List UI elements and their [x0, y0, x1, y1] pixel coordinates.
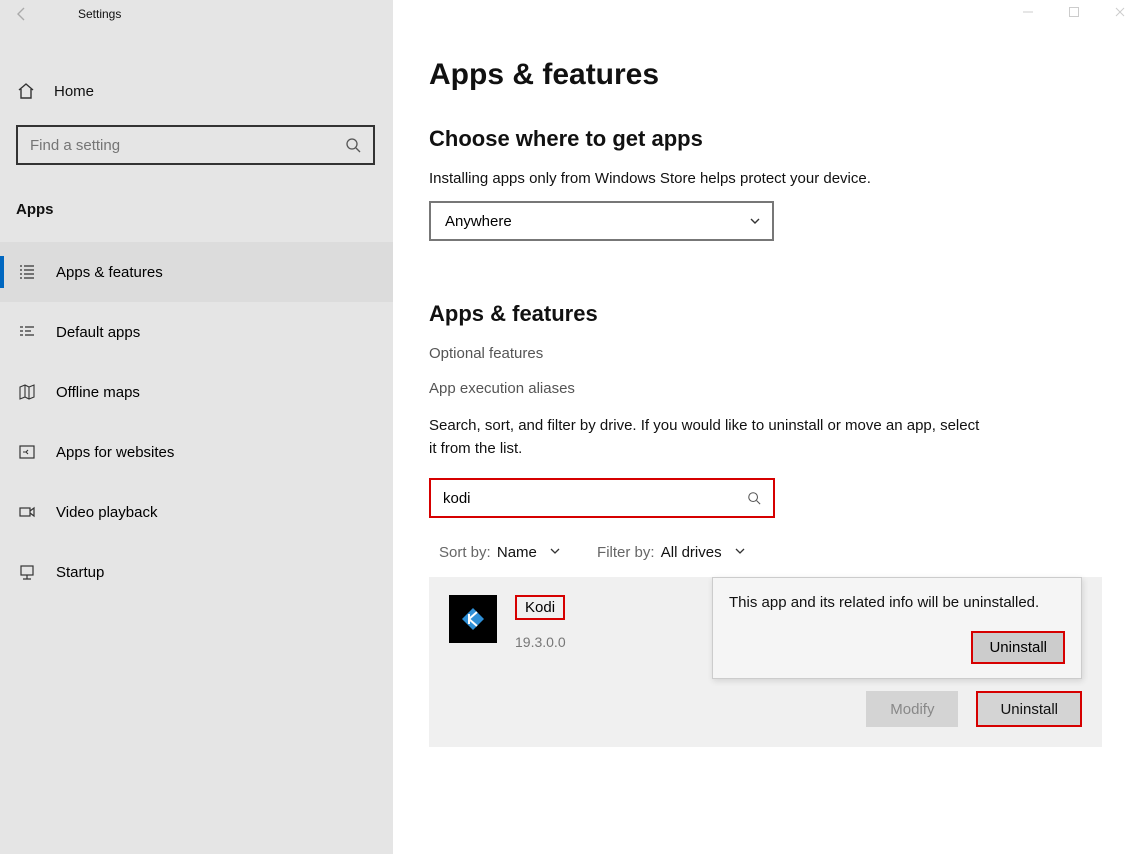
uninstall-button[interactable]: Uninstall — [976, 691, 1082, 727]
app-icon — [449, 595, 497, 643]
home-icon — [16, 81, 36, 101]
window-controls — [1022, 6, 1132, 18]
defaults-icon — [16, 323, 38, 341]
sidebar: Settings Home Apps Apps & features — [0, 0, 393, 854]
flyout-text: This app and its related info will be un… — [729, 592, 1065, 613]
web-icon — [16, 443, 38, 461]
instructions-text: Search, sort, and filter by drive. If yo… — [429, 415, 989, 460]
sidebar-item-video-playback[interactable]: Video playback — [0, 482, 393, 542]
section-label: Apps — [16, 201, 393, 218]
sidebar-item-label: Video playback — [56, 504, 157, 521]
app-search-input[interactable] — [431, 480, 773, 516]
nav: Apps & features Default apps Offline map… — [0, 242, 393, 602]
chevron-down-icon — [748, 214, 762, 228]
app-version: 19.3.0.0 — [515, 634, 566, 650]
uninstall-flyout: This app and its related info will be un… — [712, 577, 1082, 679]
close-button[interactable] — [1114, 6, 1132, 18]
page-heading: Apps & features — [429, 58, 1102, 92]
sort-filter-row: Sort by: Name Filter by: All drives — [429, 544, 1102, 561]
map-icon — [16, 383, 38, 401]
sidebar-item-apps-features[interactable]: Apps & features — [0, 242, 393, 302]
flyout-uninstall-label: Uninstall — [989, 639, 1047, 656]
filter-label: Filter by: — [597, 544, 655, 561]
main-content: Apps & features Choose where to get apps… — [393, 0, 1142, 854]
modify-label: Modify — [890, 701, 934, 718]
flyout-uninstall-button[interactable]: Uninstall — [971, 631, 1065, 664]
source-select[interactable]: Anywhere — [429, 201, 774, 241]
app-list-item[interactable]: Kodi 19.3.0.0 This app and its related i… — [429, 577, 1102, 747]
sort-value: Name — [497, 544, 537, 561]
optional-features-link[interactable]: Optional features — [429, 345, 1102, 362]
sidebar-item-startup[interactable]: Startup — [0, 542, 393, 602]
choose-description: Installing apps only from Windows Store … — [429, 170, 1102, 187]
app-name-highlight: Kodi — [515, 595, 565, 620]
back-icon[interactable] — [14, 6, 34, 22]
minimize-button[interactable] — [1022, 6, 1040, 18]
chevron-down-icon — [734, 545, 746, 557]
search-icon — [747, 491, 761, 505]
startup-icon — [16, 563, 38, 581]
source-select-value: Anywhere — [445, 213, 512, 230]
sidebar-item-label: Startup — [56, 564, 104, 581]
list-icon — [16, 263, 38, 281]
sidebar-item-label: Apps & features — [56, 264, 163, 281]
home-link[interactable]: Home — [16, 73, 393, 109]
settings-search-input[interactable] — [16, 125, 375, 165]
sidebar-item-label: Apps for websites — [56, 444, 174, 461]
apps-subheading: Apps & features — [429, 301, 1102, 327]
sidebar-item-label: Default apps — [56, 324, 140, 341]
filter-by-control[interactable]: Filter by: All drives — [597, 544, 746, 561]
sidebar-item-offline-maps[interactable]: Offline maps — [0, 362, 393, 422]
search-icon — [345, 137, 361, 153]
app-name: Kodi — [525, 599, 555, 616]
filter-value: All drives — [661, 544, 722, 561]
sidebar-item-label: Offline maps — [56, 384, 140, 401]
modify-button[interactable]: Modify — [866, 691, 958, 727]
choose-heading: Choose where to get apps — [429, 126, 1102, 152]
maximize-button[interactable] — [1068, 6, 1086, 18]
titlebar: Settings — [0, 0, 393, 28]
sort-label: Sort by: — [439, 544, 491, 561]
sort-by-control[interactable]: Sort by: Name — [439, 544, 561, 561]
app-aliases-link[interactable]: App execution aliases — [429, 380, 1102, 397]
sidebar-item-default-apps[interactable]: Default apps — [0, 302, 393, 362]
sidebar-item-apps-websites[interactable]: Apps for websites — [0, 422, 393, 482]
window-title: Settings — [78, 7, 121, 21]
home-label: Home — [54, 83, 94, 100]
video-icon — [16, 503, 38, 521]
uninstall-label: Uninstall — [1000, 701, 1058, 718]
chevron-down-icon — [549, 545, 561, 557]
app-search-highlight — [429, 478, 775, 518]
